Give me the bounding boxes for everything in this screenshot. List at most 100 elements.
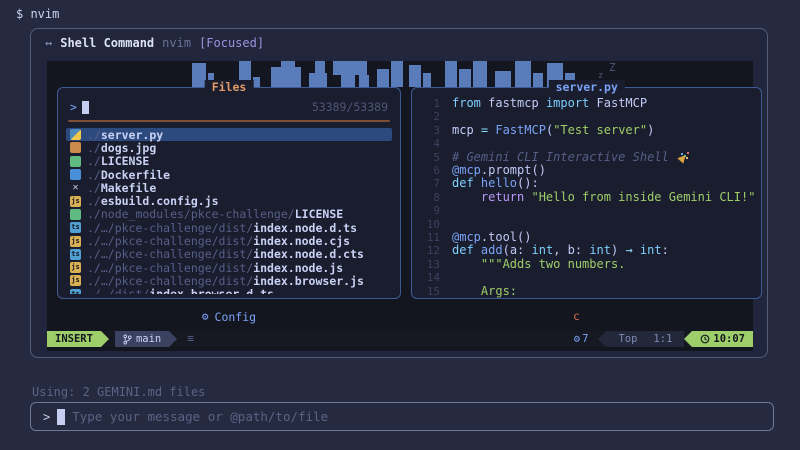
- code-panel-title: server.py: [549, 80, 625, 94]
- picker-separator: [68, 120, 390, 122]
- code-token: Args:: [481, 285, 517, 298]
- clock-segment: 10:07: [692, 331, 753, 347]
- logo-block: [515, 61, 531, 87]
- code-token: [633, 244, 640, 257]
- logo-block: [309, 73, 327, 87]
- plugin-updates-segment: ⚙ 7: [564, 331, 599, 347]
- code-token: FastMCP: [589, 97, 647, 110]
- logo-block: [473, 61, 487, 87]
- file-row[interactable]: ts./…/pkce-challenge/dist/index.node.d.t…: [66, 221, 392, 234]
- file-row[interactable]: js./…/pkce-challenge/dist/index.node.cjs: [66, 234, 392, 247]
- gear-icon: ⚙: [202, 310, 209, 323]
- code-line: 10: [418, 218, 755, 231]
- powerline-separator: [684, 331, 692, 347]
- code-token: ): [647, 124, 654, 137]
- file-name: LICENSE: [101, 154, 149, 168]
- file-name: index.node.d.ts: [253, 221, 357, 235]
- code-lines: 1from fastmcp import FastMCP23mcp = Fast…: [418, 97, 755, 298]
- file-name: Dockerfile: [101, 168, 170, 182]
- code-token: return: [481, 191, 532, 204]
- file-row[interactable]: ts ./…/dist/index.browser.d.ts: [66, 288, 392, 294]
- logo-block: [253, 77, 260, 87]
- file-name: dogs.jpg: [101, 141, 156, 155]
- file-name: index.node.js: [253, 261, 343, 275]
- git-branch-icon: [123, 334, 132, 345]
- powerline-separator: [598, 331, 606, 347]
- code-token: .prompt(): [481, 164, 546, 177]
- logo-block: [533, 73, 543, 87]
- code-token: int: [532, 244, 554, 257]
- line-number: 1: [418, 97, 440, 110]
- file-row[interactable]: ./dogs.jpg: [66, 141, 392, 154]
- file-row[interactable]: ✕./Makefile: [66, 181, 392, 194]
- file-row[interactable]: ./server.py: [66, 128, 392, 141]
- logo-block: [333, 61, 367, 75]
- file-path: ./: [87, 154, 101, 168]
- code-token: ():: [517, 177, 539, 190]
- powerline-separator: [169, 331, 177, 347]
- picker-search-input[interactable]: > 53389/53389: [66, 98, 392, 116]
- logo-block: [281, 61, 295, 69]
- file-path: ./: [87, 168, 101, 182]
- nvim-screen: Z z Files > 53389/53389 ./server.py./dog…: [47, 61, 753, 351]
- file-list: ./server.py./dogs.jpg./LICENSE./Dockerfi…: [66, 128, 392, 294]
- code-token: ): [611, 244, 625, 257]
- picker-match-counter: 53389/53389: [312, 100, 388, 114]
- focused-badge: [Focused]: [199, 36, 264, 50]
- code-line: 7def hello():: [418, 177, 755, 190]
- code-token: (: [546, 124, 553, 137]
- clock-icon: [700, 334, 710, 344]
- shell-command-title: Shell Command: [60, 36, 154, 50]
- logo-block: [423, 73, 431, 87]
- file-name: index.browser.d.ts: [149, 287, 274, 294]
- file-name: esbuild.config.js: [101, 194, 219, 208]
- logo-block: [315, 61, 325, 75]
- logo-block: [341, 75, 355, 87]
- code-line: 2: [418, 110, 755, 123]
- file-row[interactable]: js./…/pkce-challenge/dist/index.browser.…: [66, 274, 392, 287]
- file-row[interactable]: js./…/pkce-challenge/dist/index.node.js: [66, 261, 392, 274]
- line-number: 7: [418, 177, 440, 190]
- file-row[interactable]: ./node_modules/pkce-challenge/LICENSE: [66, 208, 392, 221]
- logo-block: [359, 75, 369, 87]
- code-token: from: [452, 97, 481, 110]
- code-line: 12def add(a: int, b: int) → int:: [418, 244, 755, 257]
- picker-prompt-char: >: [70, 100, 77, 114]
- code-token: @mcp: [452, 231, 481, 244]
- line-number: 14: [418, 271, 440, 284]
- ts-file-icon: ts: [70, 289, 81, 294]
- code-token: """Adds two numbers.: [481, 258, 626, 271]
- code-token: FastMCP: [495, 124, 546, 137]
- code-token: int: [589, 244, 611, 257]
- logo-block: [459, 69, 471, 87]
- file-row[interactable]: ts./…/pkce-challenge/dist/index.node.d.c…: [66, 248, 392, 261]
- cursor-position: 1:1: [653, 331, 672, 347]
- ts-file-icon: ts: [70, 222, 81, 233]
- logo-block: [391, 61, 403, 87]
- git-branch-name: main: [136, 331, 161, 347]
- files-picker-panel: Files > 53389/53389 ./server.py./dogs.jp…: [57, 87, 401, 299]
- plugin-count: 7: [582, 331, 588, 347]
- file-row[interactable]: ./LICENSE: [66, 155, 392, 168]
- js-file-icon: js: [70, 275, 81, 286]
- file-path: ./…/dist/: [87, 287, 149, 294]
- image-file-icon: [70, 142, 81, 153]
- code-line: 14: [418, 271, 755, 284]
- file-row[interactable]: js./esbuild.config.js: [66, 194, 392, 207]
- file-row[interactable]: ./Dockerfile: [66, 168, 392, 181]
- line-number: 3: [418, 124, 440, 137]
- code-line: 13 """Adds two numbers.: [418, 258, 755, 271]
- ts-file-icon: ts: [70, 249, 81, 260]
- code-token: "Test server": [553, 124, 647, 137]
- code-token: # Gemini CLI Interactive Shell: [452, 151, 676, 164]
- line-number: 10: [418, 218, 440, 231]
- config-label: Config: [215, 310, 257, 324]
- code-token: add: [481, 244, 503, 257]
- line-number: 12: [418, 244, 440, 257]
- input-prompt-char: >: [43, 410, 50, 424]
- message-input[interactable]: > Type your message or @path/to/file: [30, 402, 774, 431]
- code-token: (a:: [503, 244, 532, 257]
- license-file-icon: [70, 156, 81, 167]
- statusline: INSERT main ≡ ⚙ 7 Top 1:1: [47, 331, 753, 347]
- config-button[interactable]: ⚙ Config: [202, 310, 256, 324]
